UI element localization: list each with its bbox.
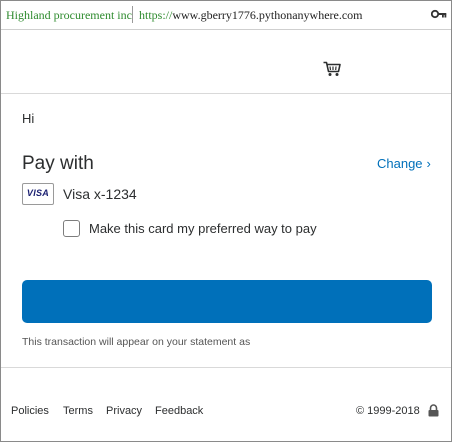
key-icon[interactable] (431, 8, 447, 20)
address-separator (132, 6, 133, 23)
statement-notice: This transaction will appear on your sta… (22, 336, 251, 348)
url-text[interactable]: https://www.gberry1776.pythonanywhere.co… (139, 8, 363, 23)
cart-icon[interactable] (323, 61, 341, 77)
address-bar[interactable]: Highland procurement inc https://www.gbe… (1, 1, 451, 30)
change-payment-link[interactable]: Change › (377, 156, 431, 171)
browser-window: Highland procurement inc https://www.gbe… (0, 0, 452, 442)
chevron-right-icon: › (426, 156, 431, 171)
url-host: www.gberry1776.pythonanywhere.com (172, 8, 363, 22)
copyright-text: © 1999-2018 (356, 405, 420, 417)
footer-link-policies[interactable]: Policies (11, 405, 49, 417)
url-scheme: https:// (139, 8, 173, 22)
card-label: Visa x-1234 (63, 186, 137, 202)
pay-with-heading: Pay with (22, 153, 94, 174)
visa-card-icon: VISA (22, 183, 54, 205)
lock-icon (428, 404, 439, 417)
page-header (1, 30, 451, 94)
greeting-text: Hi (22, 111, 35, 126)
preferred-card-checkbox[interactable] (63, 220, 80, 237)
footer-link-terms[interactable]: Terms (63, 405, 93, 417)
visa-brand-text: VISA (26, 188, 50, 198)
change-link-label: Change (377, 156, 423, 171)
footer-divider (1, 367, 451, 368)
pay-now-button[interactable] (22, 280, 432, 323)
footer-link-privacy[interactable]: Privacy (106, 405, 142, 417)
site-organization: Highland procurement inc (6, 8, 132, 22)
footer-link-feedback[interactable]: Feedback (155, 405, 203, 417)
preferred-card-label[interactable]: Make this card my preferred way to pay (89, 221, 317, 236)
